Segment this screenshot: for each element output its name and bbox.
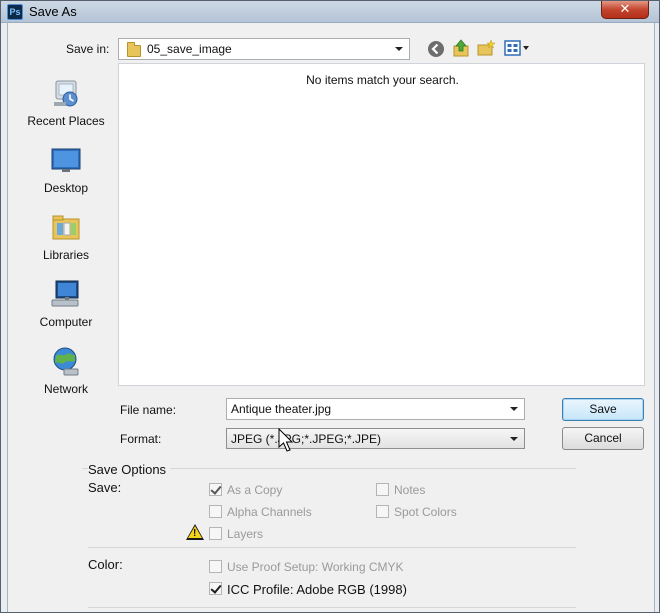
as-a-copy-checkbox[interactable]	[209, 483, 222, 496]
spot-colors-label: Spot Colors	[394, 505, 457, 519]
place-label: Network	[43, 382, 88, 396]
save-label: Save:	[88, 480, 122, 495]
format-label: Format:	[120, 432, 162, 446]
file-name-value: Antique theater.jpg	[231, 402, 332, 416]
use-proof-setup-checkbox[interactable]	[209, 560, 222, 573]
layers-label: Layers	[227, 527, 264, 541]
format-value: JPEG (*.JPG;*.JPEG;*.JPE)	[231, 432, 382, 446]
libraries-icon	[52, 215, 80, 240]
recent-places-icon	[54, 80, 78, 107]
file-name-label: File name:	[120, 403, 177, 417]
spot-colors-checkbox[interactable]	[376, 505, 389, 518]
save-in-dropdown[interactable]: 05_save_image	[118, 38, 410, 60]
save-options-title: Save Options	[88, 462, 171, 477]
chevron-down-icon	[510, 437, 518, 441]
layers-checkbox[interactable]	[209, 527, 222, 540]
format-dropdown[interactable]: JPEG (*.JPG;*.JPEG;*.JPE)	[226, 428, 525, 449]
desktop-icon	[51, 148, 81, 172]
places-sidebar: Recent Places Desktop Libraries Computer…	[16, 49, 116, 396]
place-computer[interactable]: Computer	[16, 278, 116, 338]
close-button[interactable]: ✕	[601, 1, 649, 19]
color-label: Color:	[88, 557, 123, 572]
network-icon	[53, 347, 79, 376]
chevron-down-icon[interactable]	[510, 407, 518, 411]
alpha-channels-checkbox[interactable]	[209, 505, 222, 518]
title-bar[interactable]: Ps Save As ✕	[1, 1, 659, 23]
up-folder-icon[interactable]	[452, 39, 470, 57]
place-network[interactable]: Network	[16, 345, 116, 405]
color-divider	[88, 547, 576, 548]
place-libraries[interactable]: Libraries	[16, 211, 116, 271]
chevron-down-icon	[395, 47, 403, 51]
alpha-channels-label: Alpha Channels	[227, 505, 312, 519]
view-menu-icon[interactable]	[504, 39, 530, 57]
warning-exclamation: !	[193, 528, 197, 539]
bottom-divider	[88, 607, 576, 608]
place-label: Libraries	[42, 248, 90, 262]
cancel-button[interactable]: Cancel	[562, 427, 644, 450]
use-proof-setup-label: Use Proof Setup: Working CMYK	[227, 560, 404, 574]
place-recent-places[interactable]: Recent Places	[16, 77, 116, 137]
empty-folder-message: No items match your search.	[306, 73, 459, 87]
file-name-input[interactable]: Antique theater.jpg	[226, 398, 525, 420]
close-icon: ✕	[619, 1, 631, 16]
dialog-body: Save in: 05_save_image Recent Places Des…	[7, 23, 655, 612]
computer-icon	[51, 280, 79, 307]
as-a-copy-label: As a Copy	[227, 483, 283, 497]
folder-icon	[127, 42, 141, 57]
back-icon[interactable]	[427, 40, 445, 58]
place-label: Desktop	[43, 181, 89, 195]
save-as-dialog: Ps Save As ✕ Save in: 05_save_image Rece…	[0, 0, 660, 613]
place-desktop[interactable]: Desktop	[16, 144, 116, 204]
notes-checkbox[interactable]	[376, 483, 389, 496]
icc-profile-label: ICC Profile: Adobe RGB (1998)	[227, 582, 407, 597]
save-button[interactable]: Save	[562, 398, 644, 421]
window-title: Save As	[29, 4, 77, 19]
photoshop-app-icon: Ps	[7, 4, 23, 20]
current-folder-name: 05_save_image	[147, 42, 232, 56]
place-label: Recent Places	[27, 114, 105, 128]
place-label: Computer	[39, 315, 93, 329]
mouse-cursor-icon	[278, 428, 294, 452]
file-list-view[interactable]: No items match your search.	[118, 63, 645, 386]
icc-profile-checkbox[interactable]	[209, 582, 222, 595]
notes-label: Notes	[394, 483, 426, 497]
new-folder-icon[interactable]	[477, 39, 495, 57]
